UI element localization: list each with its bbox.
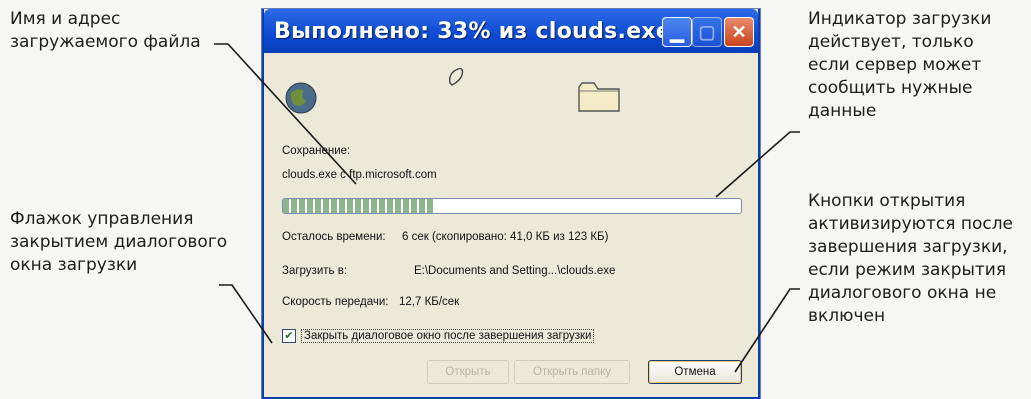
leader-line-checkbox <box>219 284 273 344</box>
callout-leader-lines <box>214 43 800 373</box>
leader-line-buttons <box>734 288 800 373</box>
leader-line-file <box>214 43 357 185</box>
leader-line-progress <box>715 131 800 198</box>
